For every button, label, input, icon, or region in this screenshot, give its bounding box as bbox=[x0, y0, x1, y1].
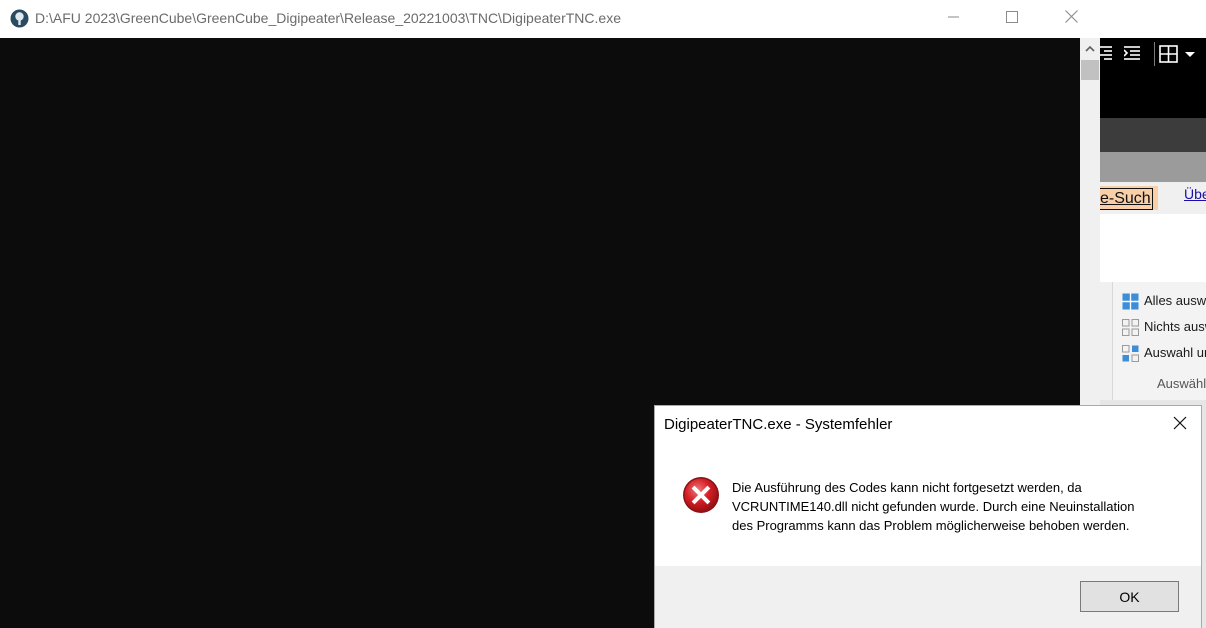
cell-text: e-Such bbox=[1100, 188, 1153, 210]
ribbon-item-label: Auswahl ur bbox=[1144, 345, 1206, 360]
background-panel bbox=[1100, 214, 1206, 282]
minimize-icon bbox=[948, 10, 960, 28]
console-window-title: D:\AFU 2023\GreenCube\GreenCube_Digipeat… bbox=[35, 10, 621, 26]
system-error-dialog: DigipeaterTNC.exe - Systemfehler Die Aus… bbox=[654, 405, 1202, 628]
background-toolbar bbox=[1100, 38, 1206, 118]
ribbon-item-label: Nichts ausw bbox=[1144, 319, 1206, 334]
ribbon-item-label: Alles auswä bbox=[1144, 293, 1206, 308]
indent-icon[interactable] bbox=[1123, 44, 1142, 67]
dropdown-arrow-icon[interactable] bbox=[1184, 44, 1196, 67]
align-left-icon[interactable] bbox=[1100, 44, 1114, 67]
maximize-icon bbox=[1006, 10, 1018, 28]
close-icon bbox=[1064, 10, 1078, 28]
toolbar-separator bbox=[1154, 42, 1155, 66]
highlighted-cell[interactable]: e-Such bbox=[1100, 186, 1158, 210]
background-link[interactable]: Übe bbox=[1184, 186, 1206, 202]
ok-button[interactable]: OK bbox=[1080, 581, 1179, 612]
close-button[interactable] bbox=[1042, 0, 1100, 38]
dialog-footer: OK bbox=[655, 566, 1201, 628]
background-band bbox=[1100, 152, 1206, 182]
select-all-icon bbox=[1122, 293, 1139, 311]
chevron-up-icon bbox=[1085, 40, 1095, 58]
console-titlebar[interactable]: D:\AFU 2023\GreenCube\GreenCube_Digipeat… bbox=[0, 0, 1100, 39]
dialog-message: Die Ausführung des Codes kann nicht fort… bbox=[732, 478, 1172, 535]
ribbon-item-invert-selection[interactable]: Auswahl ur bbox=[1122, 342, 1206, 364]
background-app-header bbox=[1100, 0, 1206, 38]
ribbon-group-label: Auswähle bbox=[1157, 376, 1206, 391]
ribbon-item-select-none[interactable]: Nichts ausw bbox=[1122, 316, 1206, 338]
console-app-icon bbox=[10, 9, 29, 28]
dialog-close-button[interactable] bbox=[1165, 410, 1195, 440]
maximize-button[interactable] bbox=[983, 0, 1041, 38]
minimize-button[interactable] bbox=[925, 0, 983, 38]
ribbon-group: Alles auswä Nichts ausw Auswahl ur Auswä… bbox=[1112, 282, 1206, 400]
ribbon-item-select-all[interactable]: Alles auswä bbox=[1122, 290, 1206, 312]
scrollbar-thumb[interactable] bbox=[1081, 60, 1099, 80]
dialog-message-line: des Programms kann das Problem möglicher… bbox=[732, 518, 1130, 533]
dialog-title: DigipeaterTNC.exe - Systemfehler bbox=[664, 416, 893, 433]
background-band bbox=[1100, 118, 1206, 152]
error-icon bbox=[682, 476, 720, 514]
dialog-message-line: VCRUNTIME140.dll nicht gefunden wurde. D… bbox=[732, 499, 1135, 514]
invert-selection-icon bbox=[1122, 345, 1139, 363]
scroll-up-button[interactable] bbox=[1080, 40, 1100, 58]
close-icon bbox=[1173, 416, 1187, 435]
dialog-message-line: Die Ausführung des Codes kann nicht fort… bbox=[732, 480, 1082, 495]
table-grid-icon[interactable] bbox=[1159, 44, 1179, 69]
select-none-icon bbox=[1122, 319, 1139, 337]
